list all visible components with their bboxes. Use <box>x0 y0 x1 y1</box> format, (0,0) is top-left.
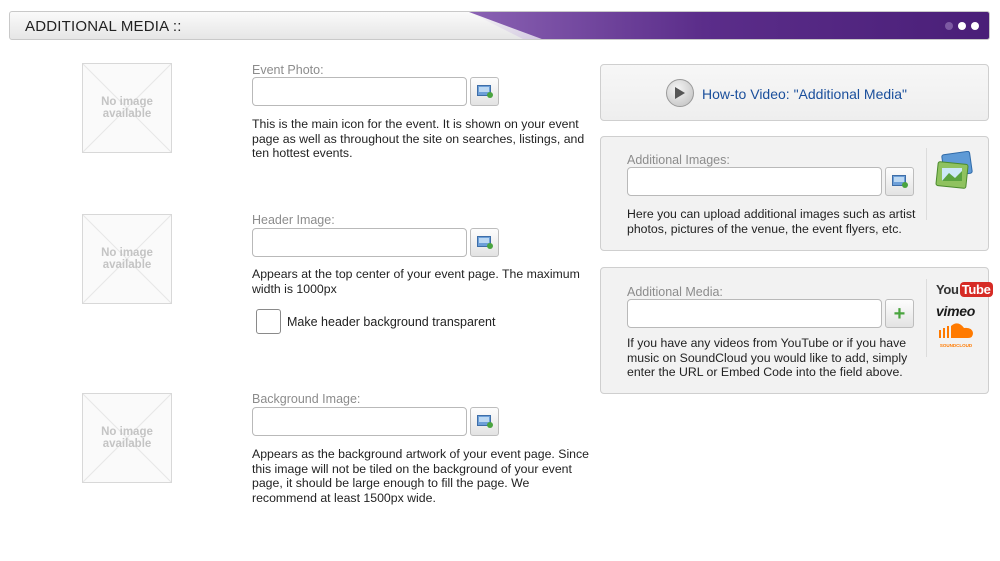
header-image-preview: No image available <box>82 214 172 304</box>
play-triangle-icon <box>675 87 685 99</box>
no-image-text: No image available <box>83 247 171 271</box>
transparent-header-checkbox-label[interactable]: Make header background transparent <box>287 315 495 329</box>
transparent-header-checkbox[interactable] <box>256 309 281 334</box>
youtube-logo-you: You <box>936 282 959 297</box>
image-upload-icon <box>476 84 493 98</box>
header-dot <box>945 22 953 30</box>
image-upload-icon <box>476 414 493 428</box>
soundcloud-cloud-icon <box>939 323 973 338</box>
additional-media-label: Additional Media: <box>627 285 723 299</box>
no-image-line2: available <box>102 259 152 271</box>
additional-images-label: Additional Images: <box>627 153 730 167</box>
plus-icon: + <box>893 302 906 325</box>
additional-images-input[interactable] <box>627 167 882 196</box>
panel-divider <box>926 148 927 220</box>
background-image-label: Background Image: <box>252 392 361 406</box>
event-photo-upload-button[interactable] <box>470 77 499 106</box>
section-header-bar: ADDITIONAL MEDIA :: <box>9 11 990 40</box>
no-image-text: No image available <box>83 426 171 450</box>
image-upload-icon <box>891 174 908 188</box>
header-dot <box>971 22 979 30</box>
play-icon[interactable] <box>666 79 694 107</box>
header-image-label: Header Image: <box>252 213 335 227</box>
youtube-logo-tube: Tube <box>959 282 993 297</box>
header-dot <box>958 22 966 30</box>
event-photo-description: This is the main icon for the event. It … <box>252 117 585 160</box>
event-photo-label: Event Photo: <box>252 63 324 77</box>
header-image-input[interactable] <box>252 228 467 257</box>
photos-stack-icon <box>935 151 973 189</box>
background-image-description: Appears as the background artwork of you… <box>252 447 589 505</box>
section-title: ADDITIONAL MEDIA :: <box>25 18 182 35</box>
background-image-preview: No image available <box>82 393 172 483</box>
additional-media-description: If you have any videos from YouTube or i… <box>627 336 908 379</box>
header-dots <box>945 22 979 30</box>
no-image-line2: available <box>102 108 152 120</box>
soundcloud-wordmark: SOUNDCLOUD <box>939 343 973 348</box>
panel-divider <box>926 279 927 357</box>
add-media-button[interactable]: + <box>885 299 914 328</box>
background-image-input[interactable] <box>252 407 467 436</box>
image-upload-icon <box>476 235 493 249</box>
header-image-upload-button[interactable] <box>470 228 499 257</box>
additional-images-upload-button[interactable] <box>885 167 914 196</box>
vimeo-logo: vimeo <box>936 303 975 319</box>
background-image-upload-button[interactable] <box>470 407 499 436</box>
no-image-line1: No image <box>101 426 153 438</box>
event-photo-input[interactable] <box>252 77 467 106</box>
youtube-logo: You Tube <box>936 282 993 297</box>
no-image-text: No image available <box>83 96 171 120</box>
no-image-line2: available <box>102 438 152 450</box>
event-photo-preview: No image available <box>82 63 172 153</box>
additional-images-description: Here you can upload additional images su… <box>627 207 916 236</box>
header-image-description: Appears at the top center of your event … <box>252 267 580 296</box>
howto-video-link[interactable]: How-to Video: "Additional Media" <box>702 86 907 102</box>
no-image-line1: No image <box>101 247 153 259</box>
no-image-line1: No image <box>101 96 153 108</box>
additional-media-input[interactable] <box>627 299 882 328</box>
header-purple-band <box>469 12 989 39</box>
soundcloud-logo: SOUNDCLOUD <box>936 322 976 348</box>
